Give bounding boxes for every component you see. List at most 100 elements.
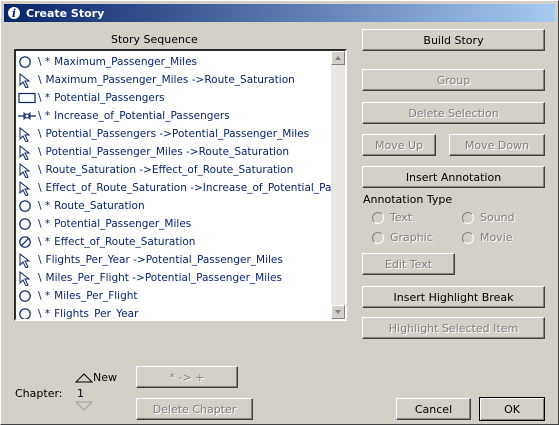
radio-circle-icon bbox=[462, 231, 474, 244]
insert-annotation-button[interactable]: Insert Annotation bbox=[362, 166, 545, 188]
story-item-label: Route_Saturation bbox=[54, 199, 145, 212]
story-item-label: Maximum_Passenger_Miles ->Route_Saturati… bbox=[45, 73, 295, 86]
story-item-prefix: \ * bbox=[38, 235, 51, 248]
circle-icon bbox=[18, 307, 36, 319]
highlight-selected-item-button[interactable]: Highlight Selected Item bbox=[362, 317, 545, 339]
story-item-prefix: \ * bbox=[38, 91, 51, 104]
create-story-dialog: i Create Story Story Sequence \ * Maximum… bbox=[0, 0, 559, 425]
radio-graphic[interactable]: Graphic bbox=[372, 231, 433, 244]
build-story-button[interactable]: Build Story bbox=[362, 29, 545, 51]
story-list-item[interactable]: \ * Increase_of_Potential_Passengers bbox=[18, 107, 332, 124]
radio-text[interactable]: Text bbox=[372, 211, 412, 224]
annotation-type-label: Annotation Type bbox=[363, 193, 453, 206]
chapter-down-arrow-icon[interactable] bbox=[75, 401, 93, 413]
link-arrow-icon bbox=[18, 72, 36, 88]
radio-sound-label: Sound bbox=[480, 211, 515, 224]
circle-icon bbox=[18, 55, 36, 69]
insert-highlight-break-button[interactable]: Insert Highlight Break bbox=[362, 286, 545, 308]
story-list-item[interactable]: \ Route_Saturation ->Effect_of_Route_Satu… bbox=[18, 161, 332, 178]
story-list-item[interactable]: \ Flights_Per_Year ->Potential_Passenger_… bbox=[18, 251, 332, 268]
story-item-label: Increase_of_Potential_Passengers bbox=[54, 109, 230, 122]
triangle-up-icon bbox=[335, 56, 341, 60]
link-arrow-icon bbox=[18, 144, 36, 160]
radio-sound[interactable]: Sound bbox=[462, 211, 515, 224]
group-button[interactable]: Group bbox=[362, 69, 545, 91]
link-arrow-icon bbox=[18, 252, 36, 268]
story-item-prefix: \ * bbox=[38, 55, 51, 68]
chapter-label: Chapter: bbox=[15, 387, 63, 400]
story-sequence-list[interactable]: \ * Maximum_Passenger_Miles \ Maximum_Passe… bbox=[14, 49, 347, 321]
radio-graphic-label: Graphic bbox=[390, 231, 433, 244]
radio-circle-icon bbox=[372, 211, 384, 224]
story-item-prefix: \ bbox=[38, 127, 42, 140]
chapter-number: 1 bbox=[77, 387, 84, 400]
story-item-prefix: \ bbox=[38, 271, 42, 284]
ok-button[interactable]: OK bbox=[479, 397, 545, 421]
story-list-item[interactable]: \ * Effect_of_Route_Saturation bbox=[18, 233, 332, 250]
story-item-prefix: \ * bbox=[38, 199, 51, 212]
link-arrow-icon bbox=[18, 180, 36, 196]
link-arrow-icon bbox=[18, 270, 36, 286]
radio-movie[interactable]: Movie bbox=[462, 231, 513, 244]
rectangle-icon bbox=[18, 91, 36, 105]
scroll-down-button[interactable] bbox=[331, 305, 345, 319]
info-icon: i bbox=[7, 6, 21, 20]
story-item-label: Potential_Passengers ->Potential_Passeng… bbox=[45, 127, 310, 140]
story-item-prefix: \ * bbox=[38, 217, 51, 230]
story-item-prefix: \ * bbox=[38, 289, 51, 302]
story-item-label: Miles_Per_Flight bbox=[54, 289, 138, 302]
story-item-prefix: \ bbox=[38, 253, 42, 266]
story-sequence-header: Story Sequence bbox=[111, 33, 198, 46]
circle-slash-icon bbox=[18, 235, 36, 249]
circle-icon bbox=[18, 199, 36, 213]
story-list-item[interactable]: \ Potential_Passenger_Miles ->Route_Satur… bbox=[18, 143, 332, 160]
story-item-prefix: \ bbox=[38, 73, 42, 86]
chapter-up-arrow-icon[interactable] bbox=[75, 371, 93, 383]
story-item-label: Maximum_Passenger_Miles bbox=[54, 55, 197, 68]
delete-chapter-button[interactable]: Delete Chapter bbox=[136, 398, 253, 420]
scroll-up-button[interactable] bbox=[331, 51, 345, 65]
story-list-item[interactable]: \ Miles_Per_Flight ->Potential_Passenger_… bbox=[18, 269, 332, 286]
story-item-label: Potential_Passenger_Miles bbox=[54, 217, 192, 230]
triangle-down-icon bbox=[335, 310, 341, 314]
story-item-label: Flights_Per_Year bbox=[54, 307, 139, 320]
story-item-label: Flights_Per_Year ->Potential_Passenger_M… bbox=[45, 253, 283, 266]
story-list-item[interactable]: \ * Miles_Per_Flight bbox=[18, 287, 332, 304]
story-list-item[interactable]: \ * Route_Saturation bbox=[18, 197, 332, 214]
story-item-prefix: \ * bbox=[38, 307, 51, 320]
radio-movie-label: Movie bbox=[480, 231, 513, 244]
story-item-prefix: \ bbox=[38, 163, 42, 176]
title-bar[interactable]: i Create Story bbox=[4, 4, 555, 22]
window-title: Create Story bbox=[26, 6, 105, 20]
arrow-plus-button[interactable]: * -> + bbox=[136, 366, 238, 388]
radio-circle-icon bbox=[372, 231, 384, 244]
story-list-item[interactable]: \ Effect_of_Route_Saturation ->Increase_o… bbox=[18, 179, 332, 196]
flow-valve-icon bbox=[18, 109, 36, 123]
story-list-item[interactable]: \ * Flights_Per_Year bbox=[18, 305, 332, 320]
vertical-scrollbar[interactable] bbox=[331, 51, 345, 319]
story-list-item[interactable]: \ Maximum_Passenger_Miles ->Route_Saturat… bbox=[18, 71, 332, 88]
story-item-prefix: \ bbox=[38, 145, 42, 158]
chapter-new-label: New bbox=[93, 371, 117, 384]
story-list-item[interactable]: \ * Maximum_Passenger_Miles bbox=[18, 53, 332, 70]
story-item-label: Potential_Passengers bbox=[54, 91, 165, 104]
circle-icon bbox=[18, 289, 36, 303]
story-list-item[interactable]: \ * Potential_Passengers bbox=[18, 89, 332, 106]
story-item-prefix: \ bbox=[38, 181, 42, 194]
cancel-button[interactable]: Cancel bbox=[396, 398, 471, 420]
radio-circle-icon bbox=[462, 211, 474, 224]
story-list-item[interactable]: \ Potential_Passengers ->Potential_Passen… bbox=[18, 125, 332, 142]
link-arrow-icon bbox=[18, 162, 36, 178]
radio-text-label: Text bbox=[390, 211, 413, 224]
edit-text-button[interactable]: Edit Text bbox=[362, 253, 455, 275]
move-up-button[interactable]: Move Up bbox=[362, 134, 436, 156]
story-item-label: Effect_of_Route_Saturation ->Increase_of… bbox=[45, 181, 332, 194]
move-down-button[interactable]: Move Down bbox=[449, 134, 545, 156]
story-item-label: Route_Saturation ->Effect_of_Route_Satur… bbox=[45, 163, 294, 176]
story-item-label: Potential_Passenger_Miles ->Route_Satura… bbox=[45, 145, 290, 158]
delete-selection-button[interactable]: Delete Selection bbox=[362, 102, 545, 124]
story-item-prefix: \ * bbox=[38, 109, 51, 122]
story-list-item[interactable]: \ * Potential_Passenger_Miles bbox=[18, 215, 332, 232]
link-arrow-icon bbox=[18, 126, 36, 142]
story-item-label: Effect_of_Route_Saturation bbox=[54, 235, 196, 248]
